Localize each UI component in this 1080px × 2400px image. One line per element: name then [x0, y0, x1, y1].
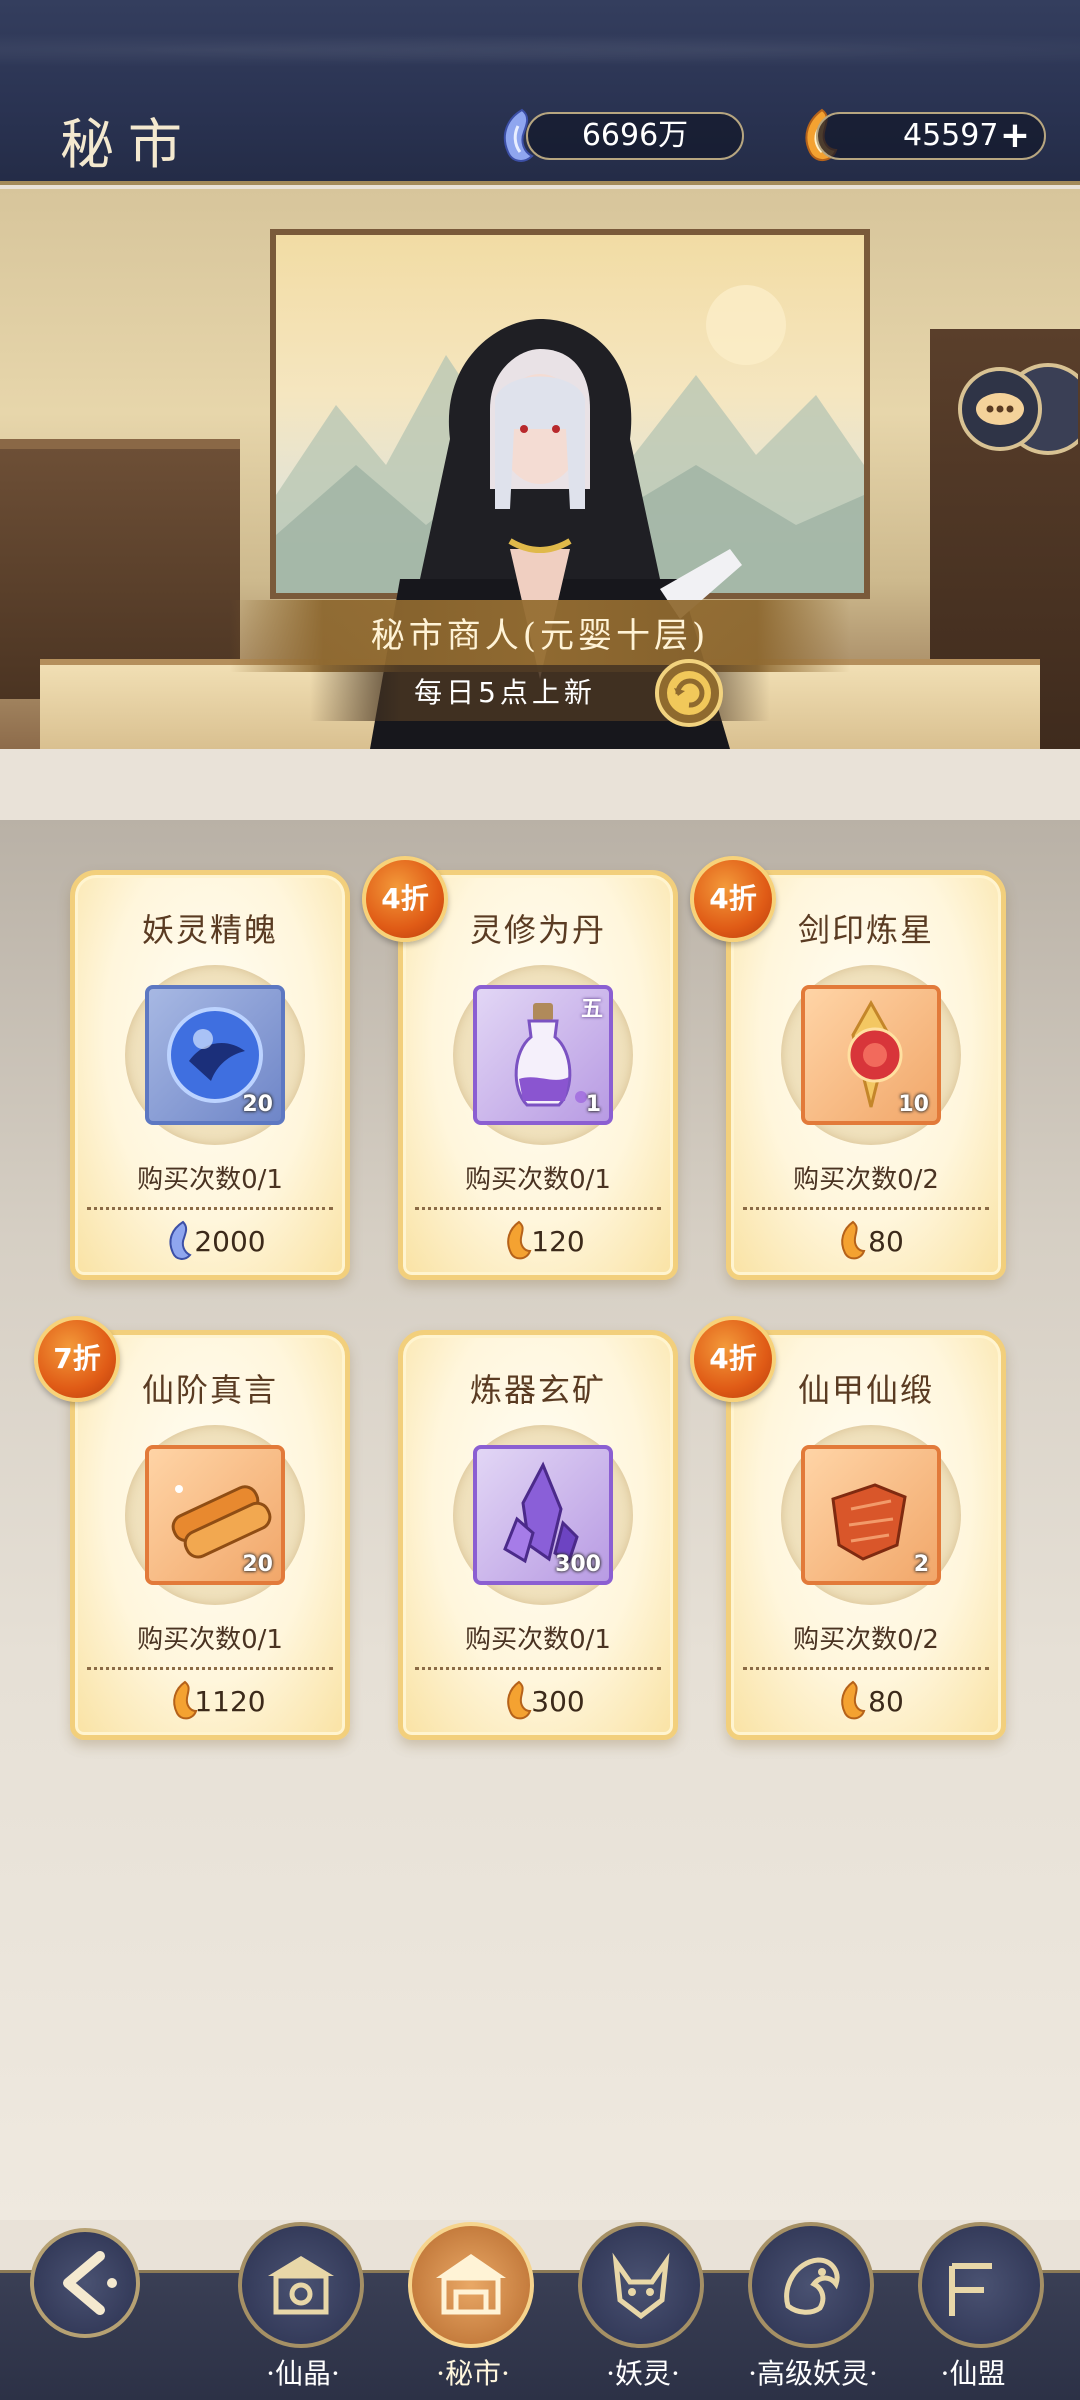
spirit-stone-amount: 6696万	[581, 118, 689, 153]
nav-item-secret-market[interactable]: ·秘市·	[408, 2222, 538, 2392]
purchase-limit: 购买次数0/1	[137, 1625, 283, 1655]
discount-badge: 4折	[690, 1316, 776, 1402]
spirit-stone-balance: 6696万	[526, 112, 744, 160]
fox-spirit-icon	[612, 2252, 670, 2320]
item-quantity: 1	[585, 1092, 601, 1117]
nav-circle	[578, 2222, 704, 2348]
shop-item-card[interactable]: 剑印炼星 10 购买次数0/2 80	[726, 870, 1006, 1280]
nav-circle	[408, 2222, 534, 2348]
item-slot[interactable]: 五 1	[473, 985, 613, 1125]
back-arrow-icon	[63, 2251, 117, 2315]
item-quantity: 20	[242, 1552, 273, 1577]
nav-item-demon-spirit[interactable]: ·妖灵·	[578, 2222, 708, 2392]
add-gold-button[interactable]: +	[1000, 114, 1030, 158]
divider	[87, 1667, 333, 1670]
merchant-name-banner: 秘市商人(元婴十层)	[230, 600, 850, 672]
divider	[743, 1207, 989, 1210]
item-quantity: 300	[555, 1552, 601, 1577]
nav-circle	[238, 2222, 364, 2348]
dragon-spirit-icon	[784, 2257, 840, 2315]
refresh-icon[interactable]	[654, 658, 724, 728]
gold-amount: 45597	[903, 118, 999, 153]
nav-item-alliance[interactable]: ·仙盟	[918, 2222, 1058, 2392]
merchant-title: 秘市商人(元婴十层)	[370, 616, 710, 656]
item-slot[interactable]: 300	[473, 1445, 613, 1585]
divider	[415, 1207, 661, 1210]
purchase-limit: 购买次数0/1	[465, 1625, 611, 1655]
shop-item-card[interactable]: 炼器玄矿 300 购买次数0/1 300	[398, 1330, 678, 1740]
discount-badge: 4折	[362, 856, 448, 942]
item-name: 妖灵精魄	[141, 911, 278, 949]
alliance-icon	[949, 2263, 992, 2316]
item-slot[interactable]: 20	[145, 1445, 285, 1585]
nav-item-spirit-crystal[interactable]: ·仙晶·	[238, 2222, 368, 2392]
pavilion-icon	[268, 2256, 334, 2315]
nav-label: ·秘市·	[436, 2357, 510, 2390]
shop-item-card[interactable]: 妖灵精魄 20 购买次数0/1 2000	[70, 870, 350, 1280]
shop-item-card[interactable]: 仙阶真言 20 购买次数0/1 1120	[70, 1330, 350, 1740]
item-quantity: 2	[913, 1552, 929, 1577]
shop-item-card[interactable]: 仙甲仙缎 2 购买次数0/2 80	[726, 1330, 1006, 1740]
item-quantity: 10	[898, 1092, 929, 1117]
item-price: 80	[868, 1685, 904, 1718]
gold-balance: 45597 +	[816, 112, 1046, 160]
item-price: 300	[531, 1685, 585, 1718]
divider	[743, 1667, 989, 1670]
top-bar: 秘市 6696万 45597 +	[0, 0, 1080, 185]
page-title: 秘市	[60, 113, 196, 176]
item-quantity: 20	[242, 1092, 273, 1117]
nav-label: ·仙盟	[940, 2357, 1006, 2390]
nav-label: ·妖灵·	[606, 2357, 680, 2390]
item-name: 炼器玄矿	[469, 1371, 606, 1409]
purchase-limit: 购买次数0/1	[465, 1165, 611, 1195]
chat-avatar-button[interactable]	[958, 359, 1078, 469]
nav-item-advanced-demon-spirit[interactable]: ·高级妖灵·	[748, 2222, 878, 2392]
item-price: 1120	[194, 1685, 266, 1718]
nav-circle	[748, 2222, 874, 2348]
item-slot[interactable]: 20	[145, 985, 285, 1125]
item-price: 2000	[194, 1225, 266, 1258]
discount-badge: 4折	[690, 856, 776, 942]
purchase-limit: 购买次数0/1	[137, 1165, 283, 1195]
refresh-note: 每日5点上新	[414, 676, 596, 709]
nav-label: ·仙晶·	[266, 2357, 340, 2390]
item-slot[interactable]: 10	[801, 985, 941, 1125]
item-price: 120	[531, 1225, 585, 1258]
discount-badge: 7折	[34, 1316, 120, 1402]
shop-item-card[interactable]: 灵修为丹 五 1 购买次数0/1 120	[398, 870, 678, 1280]
purchase-limit: 购买次数0/2	[793, 1625, 939, 1655]
back-button[interactable]	[30, 2228, 140, 2338]
divider	[415, 1667, 661, 1670]
nav-label: ·高级妖灵·	[748, 2357, 878, 2390]
purchase-limit: 购买次数0/2	[793, 1165, 939, 1195]
divider	[87, 1207, 333, 1210]
item-grade: 五	[580, 997, 603, 1022]
market-stall-icon	[436, 2254, 506, 2315]
item-price: 80	[868, 1225, 904, 1258]
item-slot[interactable]: 2	[801, 1445, 941, 1585]
nav-circle	[918, 2222, 1044, 2348]
